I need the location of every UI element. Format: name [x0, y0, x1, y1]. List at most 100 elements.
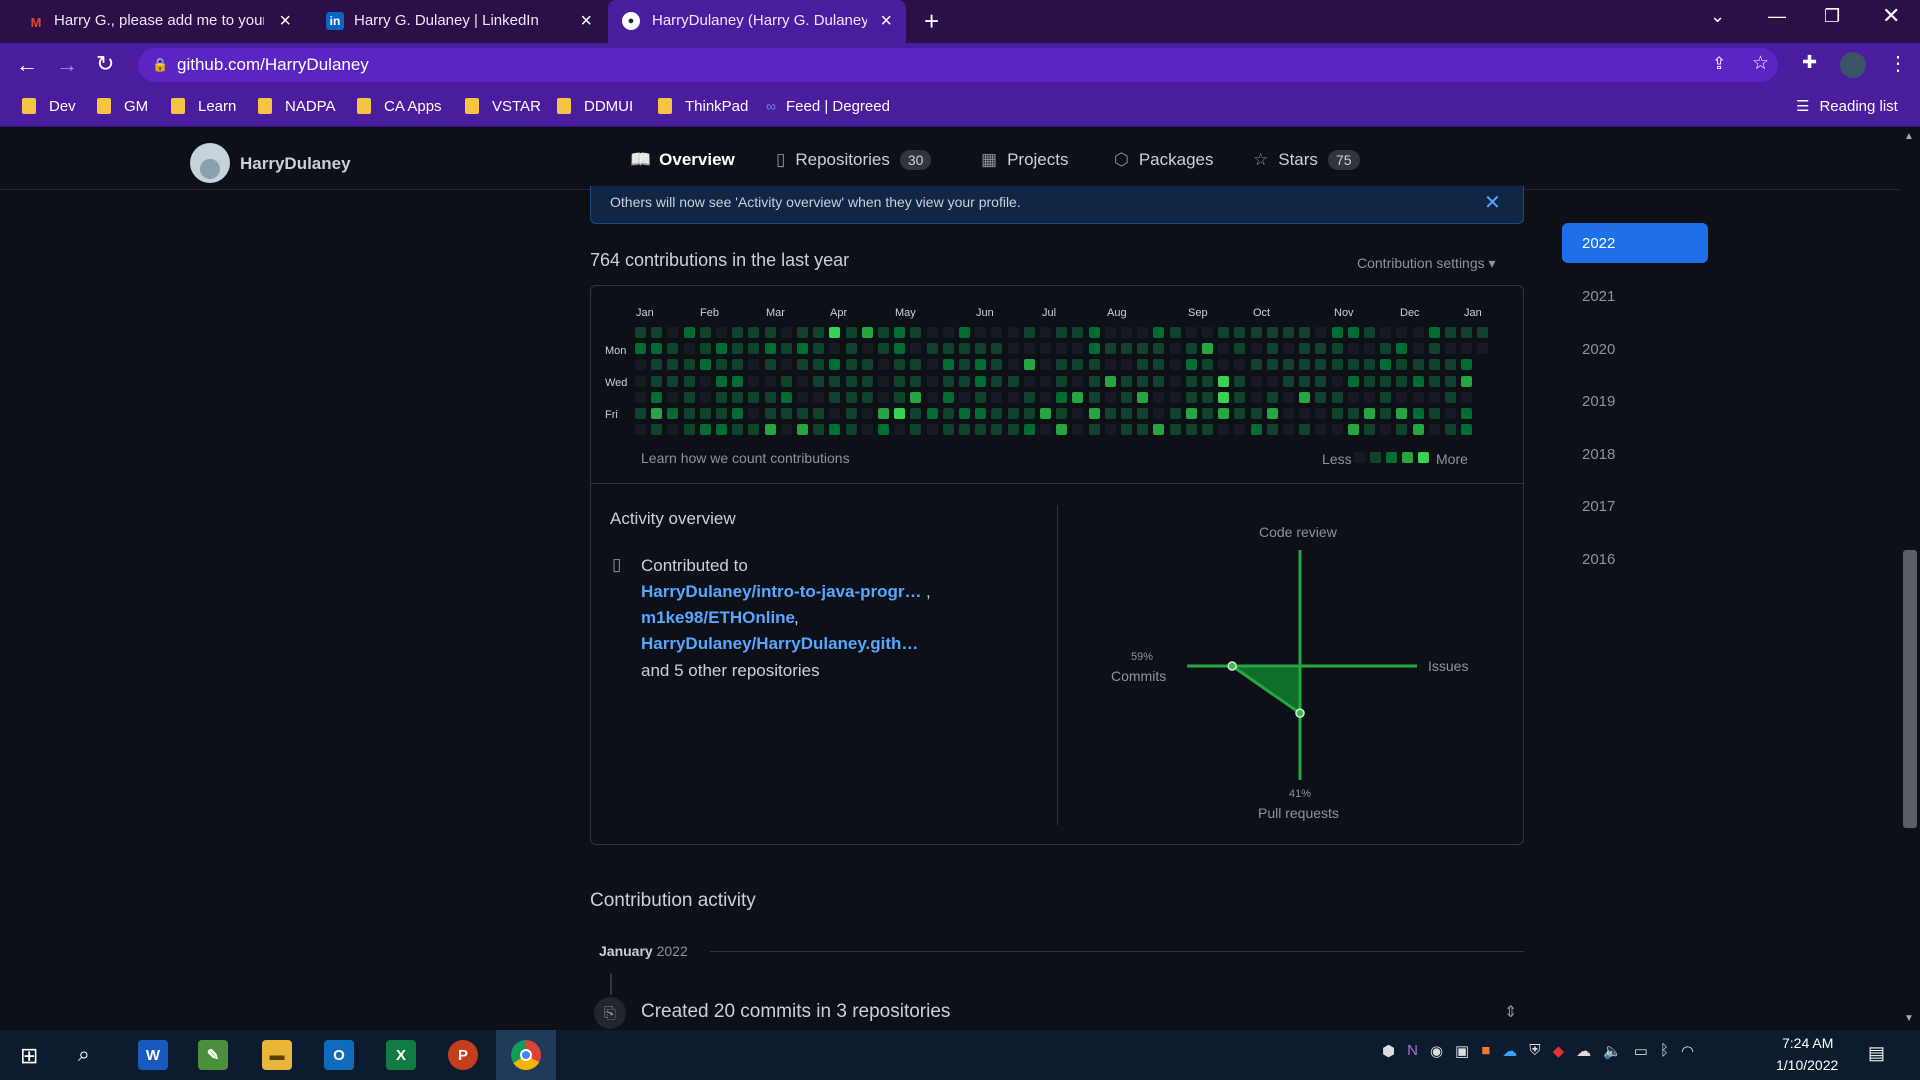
- contribution-day-cell[interactable]: [1331, 424, 1343, 436]
- contribution-day-cell[interactable]: [1040, 343, 1051, 355]
- contribution-day-cell[interactable]: [1412, 375, 1424, 387]
- contribution-day-cell[interactable]: [1137, 343, 1149, 355]
- contribution-day-cell[interactable]: [1315, 359, 1327, 371]
- contribution-day-cell[interactable]: [1299, 391, 1311, 403]
- contribution-day-cell[interactable]: [683, 408, 695, 419]
- contribution-day-cell[interactable]: [926, 391, 938, 403]
- contribution-day-cell[interactable]: [716, 375, 727, 387]
- contribution-day-cell[interactable]: [1347, 424, 1359, 436]
- contribution-day-cell[interactable]: [732, 375, 744, 387]
- contribution-day-cell[interactable]: [1121, 408, 1132, 419]
- contribution-day-cell[interactable]: [1121, 424, 1132, 436]
- contribution-day-cell[interactable]: [861, 408, 873, 419]
- contribution-day-cell[interactable]: [716, 359, 727, 371]
- contribution-day-cell[interactable]: [651, 424, 663, 436]
- contribution-day-cell[interactable]: [1007, 391, 1019, 403]
- contribution-day-cell[interactable]: [667, 343, 679, 355]
- contribution-day-cell[interactable]: [975, 343, 987, 355]
- scrollbar-thumb[interactable]: [1903, 550, 1917, 828]
- contribution-day-cell[interactable]: [1315, 391, 1327, 403]
- repo-link[interactable]: m1ke98/ETHOnline: [641, 608, 795, 628]
- contribution-day-cell[interactable]: [1007, 359, 1019, 371]
- contribution-day-cell[interactable]: [1347, 343, 1359, 355]
- bookmark-learn[interactable]: Learn: [171, 96, 236, 116]
- contribution-day-cell[interactable]: [764, 327, 776, 338]
- contribution-day-cell[interactable]: [764, 408, 776, 419]
- contribution-day-cell[interactable]: [1185, 408, 1197, 419]
- contribution-day-cell[interactable]: [1331, 327, 1343, 338]
- chat-icon[interactable]: ◉: [1430, 1042, 1443, 1060]
- avatar[interactable]: [190, 143, 230, 183]
- contribution-day-cell[interactable]: [1283, 391, 1294, 403]
- contribution-day-cell[interactable]: [1007, 343, 1019, 355]
- avatar[interactable]: [1840, 52, 1866, 78]
- contribution-day-cell[interactable]: [1364, 343, 1375, 355]
- search-icon[interactable]: ⌕: [78, 1043, 90, 1067]
- contribution-day-cell[interactable]: [1072, 391, 1084, 403]
- contribution-day-cell[interactable]: [926, 424, 938, 436]
- contribution-day-cell[interactable]: [1347, 391, 1359, 403]
- contribution-day-cell[interactable]: [1364, 408, 1375, 419]
- contribution-day-cell[interactable]: [1137, 359, 1149, 371]
- contribution-day-cell[interactable]: [1364, 391, 1375, 403]
- notepad-icon[interactable]: ✎: [198, 1040, 228, 1070]
- contribution-day-cell[interactable]: [1121, 359, 1132, 371]
- contribution-day-cell[interactable]: [878, 375, 889, 387]
- contribution-day-cell[interactable]: [1072, 408, 1084, 419]
- clock-date[interactable]: 1/10/2022: [1776, 1057, 1838, 1073]
- contribution-day-cell[interactable]: [1023, 327, 1035, 338]
- new-tab-icon[interactable]: +: [924, 6, 939, 37]
- powerpoint-icon[interactable]: P: [448, 1040, 478, 1070]
- contribution-day-cell[interactable]: [959, 391, 970, 403]
- contribution-day-cell[interactable]: [1250, 327, 1262, 338]
- contribution-day-cell[interactable]: [764, 391, 776, 403]
- contribution-day-cell[interactable]: [1104, 327, 1116, 338]
- contribution-day-cell[interactable]: [910, 408, 922, 419]
- contribution-day-cell[interactable]: [716, 327, 727, 338]
- contribution-day-cell[interactable]: [1185, 424, 1197, 436]
- contribution-day-cell[interactable]: [699, 424, 711, 436]
- contribution-day-cell[interactable]: [845, 359, 857, 371]
- contribution-day-cell[interactable]: [667, 391, 679, 403]
- contribution-day-cell[interactable]: [1396, 408, 1408, 419]
- contribution-day-cell[interactable]: [1283, 375, 1294, 387]
- contribution-day-cell[interactable]: [1153, 391, 1165, 403]
- contribution-day-cell[interactable]: [683, 343, 695, 355]
- contribution-day-cell[interactable]: [1153, 359, 1165, 371]
- contribution-day-cell[interactable]: [1347, 408, 1359, 419]
- contribution-day-cell[interactable]: [635, 391, 646, 403]
- contribution-day-cell[interactable]: [1266, 327, 1278, 338]
- contribution-day-cell[interactable]: [683, 375, 695, 387]
- contribution-day-cell[interactable]: [813, 424, 825, 436]
- contribution-day-cell[interactable]: [1121, 327, 1132, 338]
- close-icon[interactable]: ×: [580, 10, 592, 33]
- contribution-day-cell[interactable]: [1250, 359, 1262, 371]
- bookmark-gm[interactable]: GM: [97, 96, 148, 116]
- contribution-day-cell[interactable]: [699, 343, 711, 355]
- contribution-day-cell[interactable]: [1218, 343, 1230, 355]
- contribution-day-cell[interactable]: [1137, 375, 1149, 387]
- contribution-day-cell[interactable]: [1072, 327, 1084, 338]
- contribution-day-cell[interactable]: [910, 391, 922, 403]
- contribution-day-cell[interactable]: [699, 327, 711, 338]
- contribution-day-cell[interactable]: [1364, 359, 1375, 371]
- tab-overview[interactable]: 📖 Overview: [630, 150, 735, 170]
- outlook-icon[interactable]: O: [324, 1040, 354, 1070]
- contribution-day-cell[interactable]: [748, 327, 760, 338]
- star-icon[interactable]: ☆: [1752, 52, 1769, 75]
- year-2021[interactable]: 2021: [1562, 276, 1708, 316]
- contribution-day-cell[interactable]: [699, 375, 711, 387]
- contribution-day-cell[interactable]: [797, 391, 808, 403]
- contribution-day-cell[interactable]: [1234, 343, 1246, 355]
- contribution-day-cell[interactable]: [1380, 391, 1392, 403]
- contribution-day-cell[interactable]: [1234, 359, 1246, 371]
- contribution-day-cell[interactable]: [878, 391, 889, 403]
- contribution-day-cell[interactable]: [1445, 408, 1456, 419]
- contribution-day-cell[interactable]: [942, 343, 954, 355]
- contribution-day-cell[interactable]: [780, 375, 792, 387]
- contribution-day-cell[interactable]: [797, 408, 808, 419]
- contribution-day-cell[interactable]: [1056, 359, 1068, 371]
- contribution-day-cell[interactable]: [1380, 359, 1392, 371]
- close-window-icon[interactable]: ✕: [1882, 3, 1900, 29]
- contribution-day-cell[interactable]: [1347, 375, 1359, 387]
